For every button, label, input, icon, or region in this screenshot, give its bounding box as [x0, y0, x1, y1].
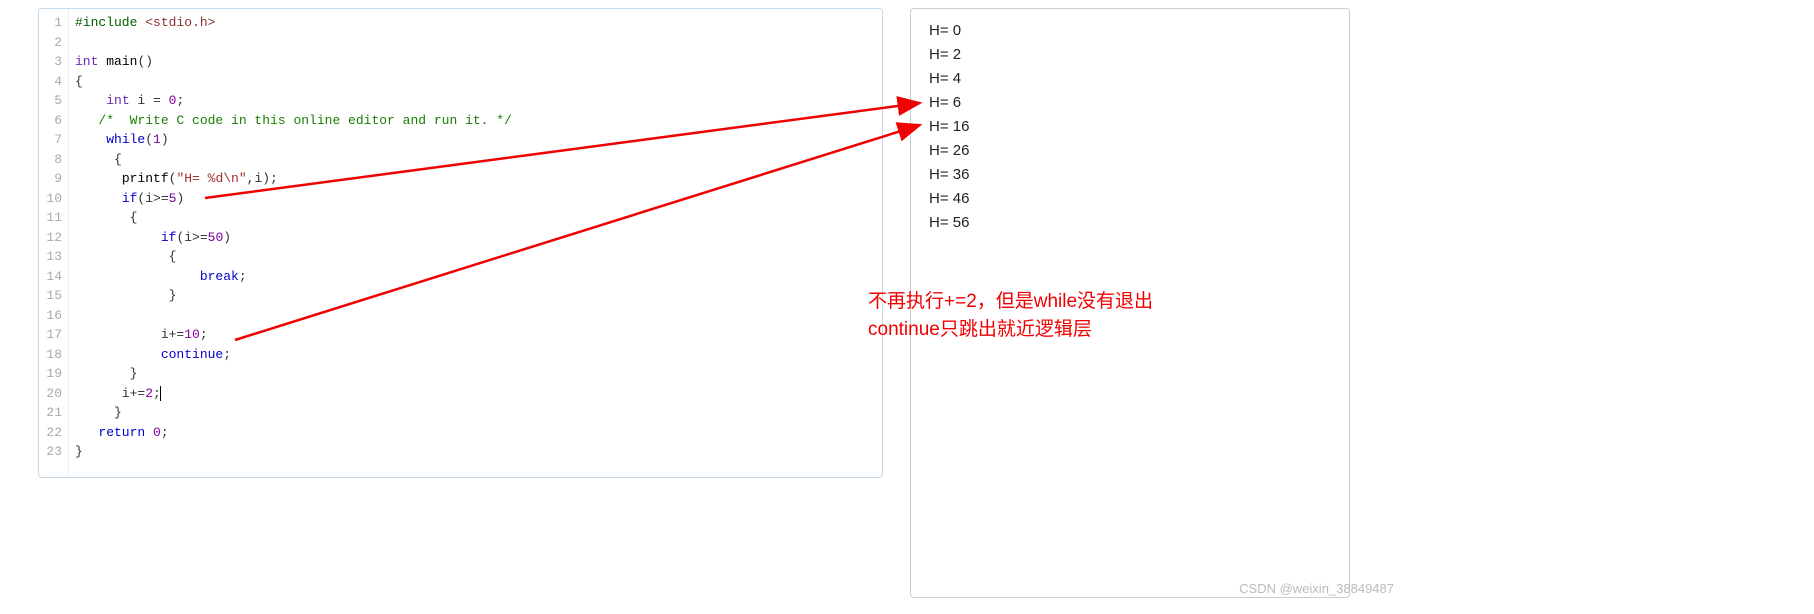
code-line[interactable]: }	[75, 286, 876, 306]
line-number: 16	[39, 306, 62, 326]
code-line[interactable]: int main()	[75, 52, 876, 72]
code-line[interactable]: int i = 0;	[75, 91, 876, 111]
output-line: H= 26	[929, 139, 1331, 163]
code-line[interactable]: {	[75, 150, 876, 170]
code-line[interactable]: {	[75, 72, 876, 92]
line-number: 4	[39, 72, 62, 92]
code-line[interactable]: {	[75, 208, 876, 228]
code-line[interactable]: /* Write C code in this online editor an…	[75, 111, 876, 131]
output-line: H= 36	[929, 163, 1331, 187]
code-line[interactable]: return 0;	[75, 423, 876, 443]
line-number: 12	[39, 228, 62, 248]
line-number: 10	[39, 189, 62, 209]
line-number: 20	[39, 384, 62, 404]
annotation-line-2: continue只跳出就近逻辑层	[868, 316, 1153, 344]
code-line[interactable]: printf("H= %d\n",i);	[75, 169, 876, 189]
code-line[interactable]: break;	[75, 267, 876, 287]
line-number: 8	[39, 150, 62, 170]
line-number: 1	[39, 13, 62, 33]
line-number: 6	[39, 111, 62, 131]
line-number: 7	[39, 130, 62, 150]
code-line[interactable]: while(1)	[75, 130, 876, 150]
line-number: 23	[39, 442, 62, 462]
text-cursor	[160, 386, 161, 401]
code-line[interactable]	[75, 33, 876, 53]
code-editor-pane[interactable]: 1234567891011121314151617181920212223 #i…	[38, 8, 883, 478]
code-line[interactable]: if(i>=50)	[75, 228, 876, 248]
line-number: 17	[39, 325, 62, 345]
code-line[interactable]: #include <stdio.h>	[75, 13, 876, 33]
output-line: H= 4	[929, 67, 1331, 91]
output-line: H= 56	[929, 211, 1331, 235]
code-line[interactable]: if(i>=5)	[75, 189, 876, 209]
code-line[interactable]: i+=10;	[75, 325, 876, 345]
line-number-gutter: 1234567891011121314151617181920212223	[39, 9, 69, 477]
line-number: 15	[39, 286, 62, 306]
code-line[interactable]: {	[75, 247, 876, 267]
watermark: CSDN @weixin_38849487	[1239, 581, 1394, 596]
code-line[interactable]	[75, 306, 876, 326]
line-number: 3	[39, 52, 62, 72]
output-line: H= 6	[929, 91, 1331, 115]
code-line[interactable]: i+=2;	[75, 384, 876, 404]
output-line: H= 16	[929, 115, 1331, 139]
code-container: 1234567891011121314151617181920212223 #i…	[39, 9, 882, 477]
code-line[interactable]: }	[75, 403, 876, 423]
line-number: 18	[39, 345, 62, 365]
code-line[interactable]: continue;	[75, 345, 876, 365]
code-line[interactable]: }	[75, 442, 876, 462]
line-number: 14	[39, 267, 62, 287]
line-number: 2	[39, 33, 62, 53]
output-line: H= 2	[929, 43, 1331, 67]
code-area[interactable]: #include <stdio.h>int main(){ int i = 0;…	[69, 9, 882, 477]
line-number: 9	[39, 169, 62, 189]
line-number: 22	[39, 423, 62, 443]
line-number: 13	[39, 247, 62, 267]
annotation-line-1: 不再执行+=2，但是while没有退出	[868, 288, 1153, 316]
code-line[interactable]: }	[75, 364, 876, 384]
output-line: H= 46	[929, 187, 1331, 211]
line-number: 5	[39, 91, 62, 111]
line-number: 21	[39, 403, 62, 423]
line-number: 19	[39, 364, 62, 384]
output-content: H= 0H= 2H= 4H= 6H= 16H= 26H= 36H= 46H= 5…	[929, 19, 1331, 235]
output-line: H= 0	[929, 19, 1331, 43]
line-number: 11	[39, 208, 62, 228]
annotation-text: 不再执行+=2，但是while没有退出 continue只跳出就近逻辑层	[868, 288, 1153, 344]
